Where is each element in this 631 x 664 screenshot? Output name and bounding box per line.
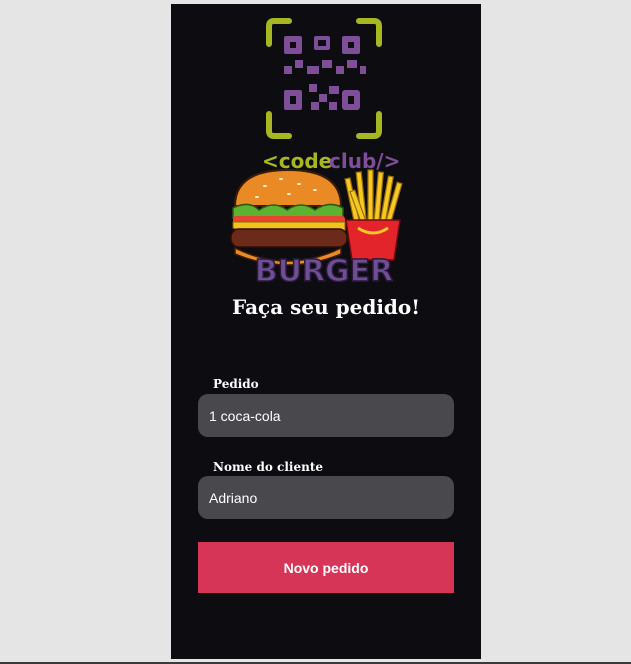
order-label: Pedido bbox=[213, 377, 259, 391]
fries-illustration bbox=[344, 169, 403, 261]
burger-word: BURGER bbox=[255, 254, 394, 284]
codeclub-club-text: club/> bbox=[329, 149, 400, 173]
app-screen: <code club/> BURGER Faça seu pedido! Ped… bbox=[171, 4, 481, 659]
customer-name-input[interactable] bbox=[198, 476, 454, 519]
codeclub-burger-logo: <code club/> BURGER bbox=[229, 14, 419, 284]
order-input[interactable] bbox=[198, 394, 454, 437]
customer-name-label: Nome do cliente bbox=[213, 460, 324, 474]
new-order-button[interactable]: Novo pedido bbox=[198, 542, 454, 593]
burger-illustration bbox=[230, 168, 348, 266]
page-title: Faça seu pedido! bbox=[231, 295, 421, 319]
